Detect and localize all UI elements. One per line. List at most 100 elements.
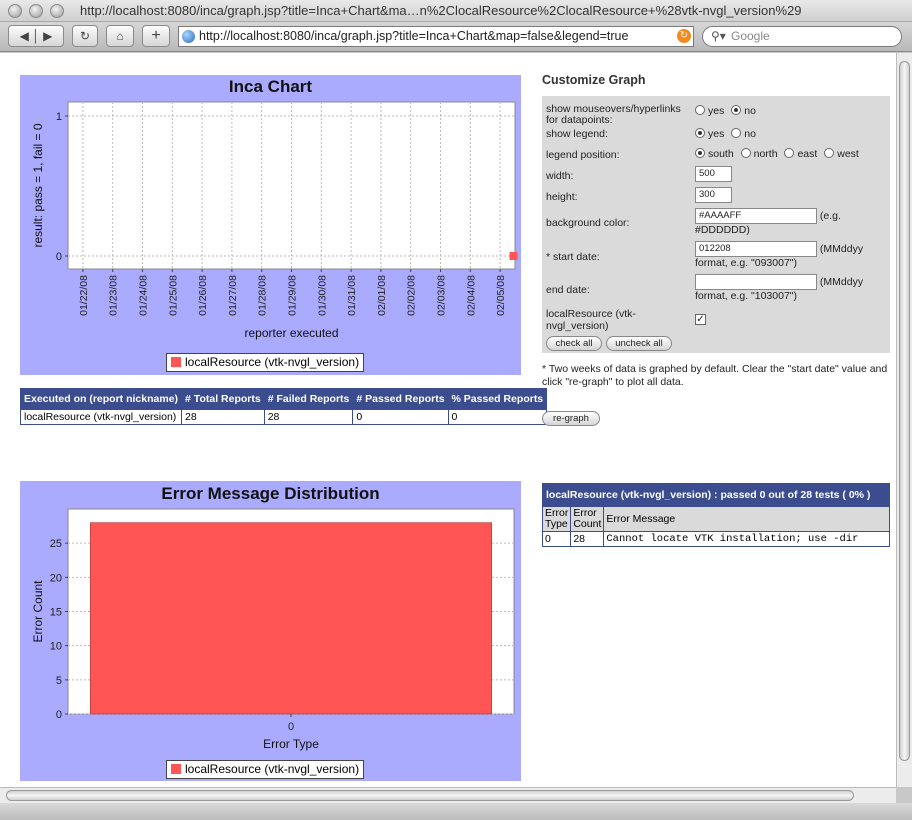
series-label: localResource (vtk-nvgl_version) [546, 308, 636, 332]
y-tick-label: 0 [56, 709, 62, 721]
width-input[interactable]: 500 [695, 166, 732, 182]
x-axis-label: reporter executed [244, 326, 338, 340]
legend-label: show legend: [546, 128, 608, 140]
height-label: height: [546, 191, 578, 203]
address-bar[interactable]: http://localhost:8080/inca/graph.jsp?tit… [178, 26, 694, 47]
zoom-window-button[interactable] [50, 4, 64, 18]
radio-label: west [837, 148, 859, 160]
uncheck-all-button[interactable]: uncheck all [606, 336, 672, 351]
legend-options: yes no [695, 128, 756, 140]
end-date-label: end date: [546, 284, 590, 296]
chart-legend: localResource (vtk-nvgl_version) [166, 760, 365, 779]
error-chart-plot: 0 5 10 15 20 25 0 Error Type Error Count [31, 508, 515, 751]
forward-arrow-icon[interactable]: ▶ [43, 29, 52, 43]
error-table-title: localResource (vtk-nvgl_version) : passe… [543, 484, 889, 506]
series-checkbox[interactable]: ✓ [695, 314, 706, 325]
add-bookmark-button[interactable]: + [142, 25, 170, 47]
search-field[interactable]: ⚲▾ Google [702, 26, 902, 47]
back-forward-buttons[interactable]: ◀ │ ▶ [8, 25, 64, 47]
mouseovers-options: yes no [695, 105, 756, 117]
legend-position-options: south north east west [695, 148, 859, 160]
bgcolor-input[interactable]: #AAAAFF [695, 208, 817, 224]
back-arrow-icon[interactable]: ◀ [20, 29, 29, 43]
chart-legend: localResource (vtk-nvgl_version) [166, 353, 365, 372]
x-tick-label: 02/02/08 [406, 275, 418, 316]
error-table-header-row: Error Type Error Count Error Message [543, 507, 889, 531]
customize-form: show mouseovers/hyperlinks for datapoint… [542, 96, 890, 353]
radio-label: no [744, 105, 756, 117]
width-label: width: [546, 170, 574, 182]
x-tick-label: 0 [288, 721, 294, 733]
radio-label: yes [708, 105, 725, 117]
position-south-radio[interactable] [695, 148, 705, 158]
vertical-scroll-thumb[interactable] [899, 61, 910, 761]
x-tick-label: 01/31/08 [346, 275, 358, 316]
legend-swatch [171, 357, 181, 367]
vertical-scrollbar[interactable] [896, 53, 912, 787]
horizontal-scroll-thumb[interactable] [6, 790, 854, 801]
summary-header-row: Executed on (report nickname) # Total Re… [21, 389, 546, 409]
error-type-cell: 0 [543, 532, 571, 546]
default-range-note: * Two weeks of data is graphed by defaul… [542, 363, 888, 388]
browser-toolbar: ◀ │ ▶ ↻ ⌂ + http://localhost:8080/inca/g… [0, 22, 912, 52]
x-tick-label: 02/04/08 [465, 275, 477, 316]
window-titlebar: http://localhost:8080/inca/graph.jsp?tit… [0, 0, 912, 22]
legend-yes-radio[interactable] [695, 128, 705, 138]
y-tick-label: 10 [50, 641, 62, 653]
home-icon: ⌂ [116, 29, 124, 43]
end-date-input[interactable] [695, 274, 817, 290]
legend-swatch [171, 764, 181, 774]
search-placeholder: Google [731, 29, 770, 43]
x-tick-label: 01/30/08 [316, 275, 328, 316]
horizontal-scrollbar[interactable] [0, 787, 896, 803]
summary-header: % Passed Reports [451, 393, 544, 405]
summary-header: # Passed Reports [356, 393, 445, 405]
reload-button[interactable]: ↻ [72, 25, 98, 47]
regraph-button[interactable]: re-graph [542, 411, 600, 426]
y-tick-label: 5 [56, 675, 62, 687]
error-type-header: Error Type [543, 507, 571, 531]
legend-position-label: legend position: [546, 149, 620, 161]
error-message-cell: Cannot locate VTK installation; use -dir [604, 532, 889, 546]
start-date-input[interactable]: 012208 [695, 241, 817, 257]
y-tick-label: 25 [50, 538, 62, 550]
error-table: localResource (vtk-nvgl_version) : passe… [542, 483, 890, 547]
reload-icon: ↻ [79, 29, 91, 43]
summary-cell: 0 [448, 410, 547, 424]
bgcolor-label: background color: [546, 217, 630, 229]
y-tick-label: 1 [56, 111, 62, 123]
minimize-window-button[interactable] [29, 4, 43, 18]
error-distribution-chart: Error Message Distribution 0 5 10 15 20 25 0 Er… [20, 481, 521, 781]
status-bar [0, 803, 912, 820]
summary-cell: 28 [264, 410, 353, 424]
mouseovers-no-radio[interactable] [731, 105, 742, 115]
check-all-button[interactable]: check all [546, 336, 602, 351]
data-point [509, 252, 518, 260]
address-text: http://localhost:8080/inca/graph.jsp?tit… [199, 29, 629, 43]
radio-label: north [753, 148, 778, 160]
error-count-header: Error Count [571, 507, 604, 531]
bgcolor-control: #AAAAFF (e.g. #DDDDDD) [695, 208, 885, 237]
x-tick-label: 01/24/08 [138, 275, 150, 316]
close-window-button[interactable] [8, 4, 22, 18]
position-east-radio[interactable] [784, 148, 795, 158]
page-content: Inca Chart 01/22/08 01/23/08 01/24/08 01/25… [0, 53, 896, 787]
legend-no-radio[interactable] [731, 128, 742, 138]
position-west-radio[interactable] [824, 148, 835, 158]
y-axis-label: result: pass = 1, fail = 0 [31, 123, 45, 247]
home-button[interactable]: ⌂ [106, 25, 134, 47]
customize-heading: Customize Graph [542, 73, 646, 87]
rss-icon[interactable]: ↻ [677, 29, 691, 43]
start-date-control: 012208 (MMddyy format, e.g. "093007") [695, 241, 889, 270]
height-input[interactable]: 300 [695, 187, 732, 203]
summary-header: # Failed Reports [267, 393, 350, 405]
radio-label: yes [708, 128, 725, 140]
y-tick-label: 0 [56, 251, 62, 263]
y-axis-label: Error Count [31, 580, 45, 643]
globe-icon [182, 30, 195, 43]
summary-header: Executed on (report nickname) [24, 393, 179, 405]
summary-cell: 0 [353, 410, 448, 424]
position-north-radio[interactable] [740, 148, 751, 158]
x-tick-label: 01/22/08 [78, 275, 90, 316]
mouseovers-yes-radio[interactable] [695, 105, 705, 115]
